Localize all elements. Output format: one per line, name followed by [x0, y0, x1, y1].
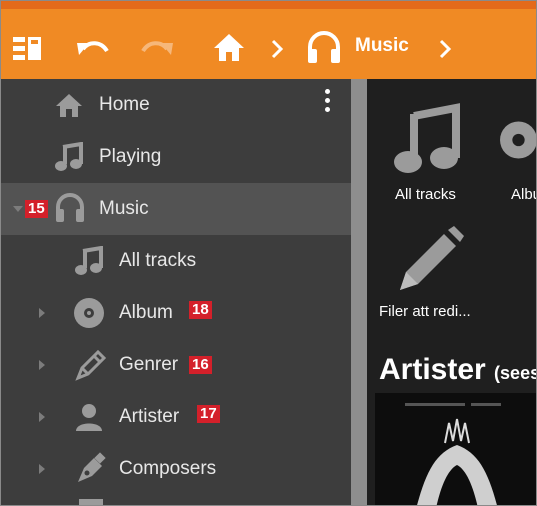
sidebar-item-album[interactable]: Album 18: [1, 287, 351, 339]
sidebar-item-label: Composers: [119, 458, 217, 479]
step-badge: 17: [197, 405, 220, 423]
music-note-icon[interactable]: [391, 99, 463, 179]
disc-icon: [73, 297, 105, 329]
sidebar-item-label: All tracks: [119, 250, 197, 271]
sidebar-item-home[interactable]: Home: [1, 79, 351, 131]
more-options-icon[interactable]: [323, 89, 331, 117]
home-icon: [53, 91, 85, 119]
headphones-icon[interactable]: [305, 29, 343, 65]
chevron-right-icon: [267, 35, 287, 63]
step-badge: 15: [25, 200, 48, 218]
sidebar-item-label: Home: [99, 94, 150, 115]
fountain-pen-icon: [73, 451, 109, 487]
expand-right-icon[interactable]: [39, 464, 45, 474]
app-window: Music Home Playing 15 Music All tracks A…: [0, 0, 537, 506]
toolbar: Music: [1, 1, 536, 79]
headphones-icon: [53, 191, 87, 225]
home-icon[interactable]: [211, 31, 247, 63]
panel-splitter[interactable]: [351, 79, 367, 505]
sidebar-item-composers[interactable]: Composers: [1, 443, 351, 495]
tile-label-album[interactable]: Albu: [511, 186, 536, 203]
section-title: Artister (sees: [379, 353, 537, 387]
expand-down-icon[interactable]: [13, 206, 23, 212]
breadcrumb-music[interactable]: Music: [355, 35, 409, 57]
sidebar-toggle-icon[interactable]: [11, 35, 45, 63]
tile-label-edit-files[interactable]: Filer att redi...: [379, 303, 471, 320]
sidebar-item-all-tracks[interactable]: All tracks: [1, 235, 351, 287]
section-title-text: Artister: [379, 353, 486, 386]
sidebar-item-genrer[interactable]: Genrer 16: [1, 339, 351, 391]
album-art[interactable]: [375, 393, 536, 505]
calendar-icon: [77, 497, 105, 505]
disc-icon[interactable]: [499, 101, 536, 179]
tile-label-all-tracks[interactable]: All tracks: [395, 186, 456, 203]
pencil-icon[interactable]: [391, 223, 467, 299]
music-note-icon: [73, 245, 105, 277]
sidebar-item-label: Genrer: [119, 354, 179, 375]
sidebar-item-label: Playing: [99, 146, 162, 167]
step-badge: 18: [189, 301, 212, 319]
sidebar-item-artister[interactable]: Artister 17: [1, 391, 351, 443]
chevron-right-icon: [435, 35, 455, 63]
expand-right-icon[interactable]: [39, 360, 45, 370]
sidebar-item-label: Album: [119, 302, 173, 323]
toolbar-stripe: [1, 1, 536, 9]
undo-icon[interactable]: [73, 35, 113, 63]
person-icon: [73, 401, 105, 433]
step-badge: 16: [189, 356, 212, 374]
sidebar-item-label: Music: [99, 198, 149, 219]
expand-right-icon[interactable]: [39, 308, 45, 318]
expand-right-icon[interactable]: [39, 412, 45, 422]
music-note-icon: [53, 141, 85, 173]
sidebar-item-playing[interactable]: Playing: [1, 131, 351, 183]
sidebar-item-music[interactable]: 15 Music: [1, 183, 351, 235]
genre-pencil-icon: [73, 347, 109, 383]
section-subtitle: (sees: [494, 363, 537, 383]
redo-icon[interactable]: [137, 35, 177, 63]
sidebar-item-label: Artister: [119, 406, 180, 427]
